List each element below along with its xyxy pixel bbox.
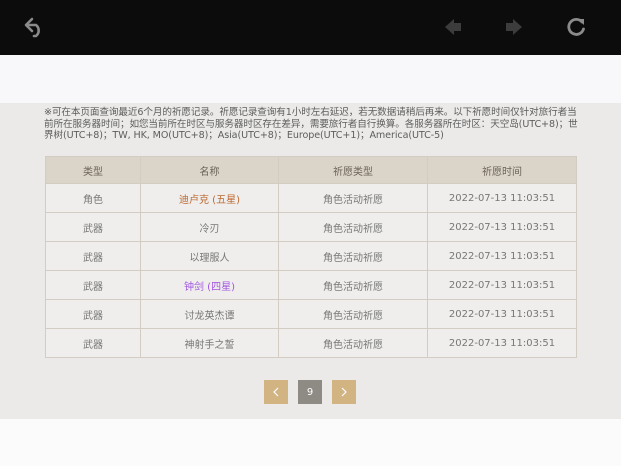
cell-time: 2022-07-13 11:03:51	[427, 270, 577, 300]
back-arrow-icon	[24, 17, 40, 38]
back-button[interactable]	[18, 10, 52, 44]
cell-wish-type: 角色活动祈愿	[278, 299, 428, 329]
cell-type: 武器	[45, 299, 141, 329]
cell-type: 角色	[45, 183, 141, 213]
table-row: 武器 以理服人 角色活动祈愿 2022-07-13 11:03:51	[45, 241, 577, 271]
cell-wish-type: 角色活动祈愿	[278, 212, 428, 242]
cell-type: 武器	[45, 241, 141, 271]
cell-name: 钟剑 (四星)	[140, 270, 279, 300]
cell-time: 2022-07-13 11:03:51	[427, 183, 577, 213]
nav-back-button[interactable]	[436, 10, 470, 44]
chevron-right-icon	[341, 387, 347, 397]
nav-left-icon	[445, 19, 461, 35]
header-spacer	[0, 55, 621, 103]
header-wish-type: 祈愿类型	[278, 156, 428, 184]
cell-type: 武器	[45, 328, 141, 358]
cell-time: 2022-07-13 11:03:51	[427, 299, 577, 329]
next-page-button[interactable]	[332, 380, 356, 404]
cell-name: 讨龙英杰谭	[140, 299, 279, 329]
table-row: 武器 讨龙英杰谭 角色活动祈愿 2022-07-13 11:03:51	[45, 299, 577, 329]
header-name: 名称	[140, 156, 279, 184]
table-row: 角色 迪卢克 (五星) 角色活动祈愿 2022-07-13 11:03:51	[45, 183, 577, 213]
cell-name: 冷刃	[140, 212, 279, 242]
notice-text: ※可在本页面查询最近6个月的祈愿记录。祈愿记录查询有1小时左右延迟，若无数据请稍…	[44, 107, 578, 141]
cell-name: 迪卢克 (五星)	[140, 183, 279, 213]
table-row: 武器 神射手之誓 角色活动祈愿 2022-07-13 11:03:51	[45, 328, 577, 358]
refresh-icon	[567, 17, 585, 36]
prev-page-button[interactable]	[264, 380, 288, 404]
cell-time: 2022-07-13 11:03:51	[427, 328, 577, 358]
current-page-indicator: 9	[298, 380, 322, 404]
header-wish-time: 祈愿时间	[427, 156, 577, 184]
cell-wish-type: 角色活动祈愿	[278, 270, 428, 300]
wish-records-table: 类型 名称 祈愿类型 祈愿时间 角色 迪卢克 (五星) 角色活动祈愿 2022-…	[45, 156, 577, 358]
cell-name: 以理服人	[140, 241, 279, 271]
cell-type: 武器	[45, 212, 141, 242]
browser-toolbar	[0, 0, 621, 55]
table-row: 武器 钟剑 (四星) 角色活动祈愿 2022-07-13 11:03:51	[45, 270, 577, 300]
pagination: 9	[0, 380, 621, 404]
table-header-row: 类型 名称 祈愿类型 祈愿时间	[45, 156, 577, 184]
refresh-button[interactable]	[559, 10, 593, 44]
header-type: 类型	[45, 156, 141, 184]
cell-type: 武器	[45, 270, 141, 300]
cell-wish-type: 角色活动祈愿	[278, 328, 428, 358]
footer-spacer	[0, 419, 621, 466]
cell-wish-type: 角色活动祈愿	[278, 183, 428, 213]
cell-time: 2022-07-13 11:03:51	[427, 212, 577, 242]
chevron-left-icon	[273, 387, 279, 397]
table-row: 武器 冷刃 角色活动祈愿 2022-07-13 11:03:51	[45, 212, 577, 242]
cell-wish-type: 角色活动祈愿	[278, 241, 428, 271]
nav-forward-button[interactable]	[497, 10, 531, 44]
cell-time: 2022-07-13 11:03:51	[427, 241, 577, 271]
cell-name: 神射手之誓	[140, 328, 279, 358]
wish-history-panel: ※可在本页面查询最近6个月的祈愿记录。祈愿记录查询有1小时左右延迟，若无数据请稍…	[0, 103, 621, 419]
nav-right-icon	[506, 19, 522, 35]
